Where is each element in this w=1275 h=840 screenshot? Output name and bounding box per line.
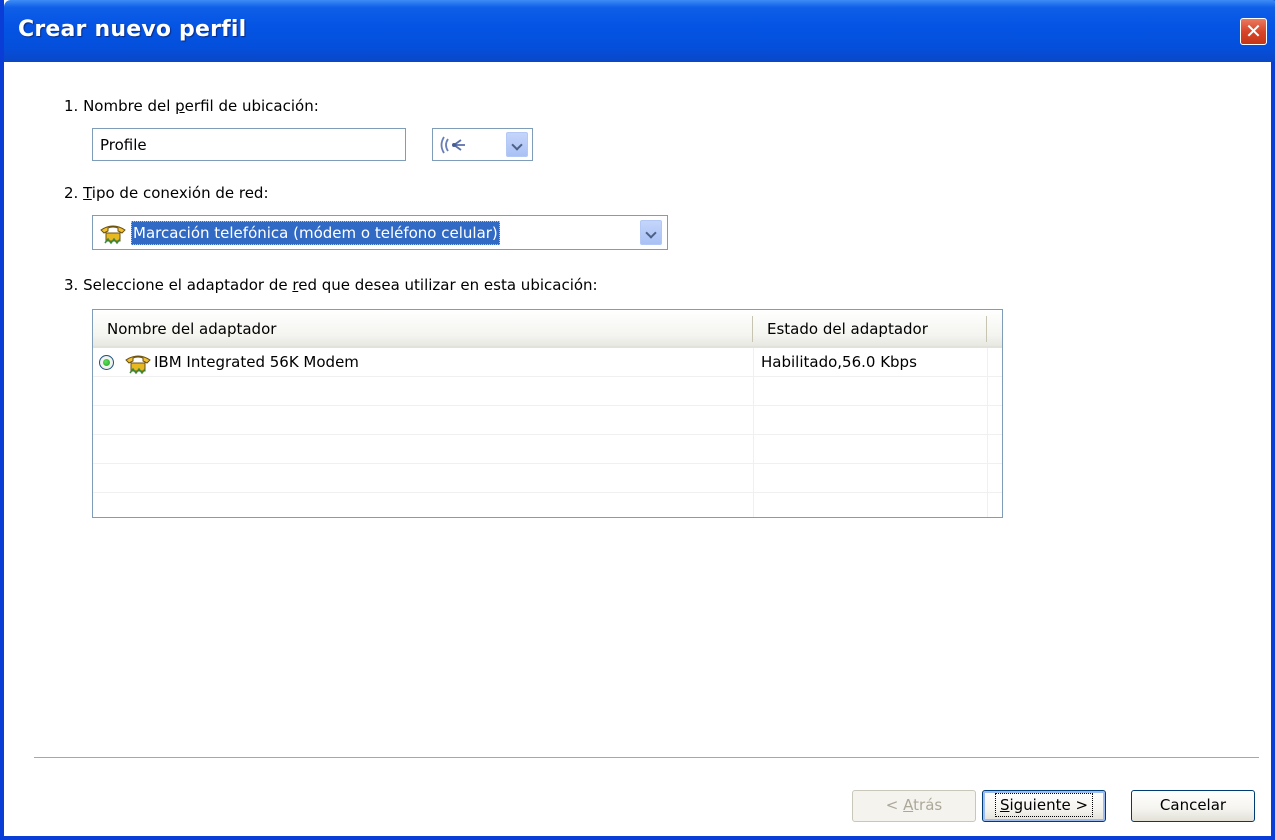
window-title: Crear nuevo perfil xyxy=(18,17,247,42)
dialog-window: Crear nuevo perfil ✕ 1. Nombre del perfi… xyxy=(0,0,1275,840)
profile-name-label: 1. Nombre del perfil de ubicación: xyxy=(64,97,319,115)
adapter-radio[interactable] xyxy=(99,355,114,370)
footer-separator xyxy=(34,757,1259,761)
next-button[interactable]: Siguiente > xyxy=(982,790,1106,822)
table-row-empty xyxy=(93,435,1002,464)
connection-type-dropdown[interactable]: Marcación telefónica (módem o teléfono c… xyxy=(92,215,668,250)
column-divider[interactable] xyxy=(986,316,987,342)
table-row-empty xyxy=(93,464,1002,493)
wireless-signal-icon xyxy=(440,136,465,154)
chevron-down-icon[interactable] xyxy=(506,132,528,157)
column-header-filler xyxy=(987,310,1002,348)
connection-type-label: 2. Tipo de conexión de red: xyxy=(64,184,269,202)
adapter-select-label: 3. Seleccione el adaptador de red que de… xyxy=(64,276,598,294)
adapter-name: IBM Integrated 56K Modem xyxy=(154,353,359,371)
modem-phone-icon xyxy=(100,225,126,245)
table-row[interactable]: IBM Integrated 56K Modem Habilitado,56.0… xyxy=(93,348,1002,377)
chevron-down-icon[interactable] xyxy=(640,220,662,245)
column-divider[interactable] xyxy=(752,316,753,342)
connection-type-selected: Marcación telefónica (módem o teléfono c… xyxy=(131,221,500,245)
adapter-status: Habilitado,56.0 Kbps xyxy=(761,353,917,371)
column-header-status[interactable]: Estado del adaptador xyxy=(753,310,987,348)
cancel-button[interactable]: Cancelar xyxy=(1131,790,1255,822)
modem-phone-icon xyxy=(125,355,151,375)
profile-name-input[interactable] xyxy=(92,128,406,161)
back-button[interactable]: < Atrás xyxy=(852,790,976,822)
close-button[interactable]: ✕ xyxy=(1240,18,1267,45)
close-icon: ✕ xyxy=(1245,19,1262,43)
column-header-name[interactable]: Nombre del adaptador xyxy=(93,310,753,348)
table-row-empty xyxy=(93,493,1002,517)
table-row-empty xyxy=(93,406,1002,435)
table-row-empty xyxy=(93,377,1002,406)
adapter-table: Nombre del adaptador Estado del adaptado… xyxy=(92,309,1003,518)
title-bar[interactable]: Crear nuevo perfil ✕ xyxy=(4,0,1275,62)
profile-icon-dropdown[interactable] xyxy=(432,128,533,161)
